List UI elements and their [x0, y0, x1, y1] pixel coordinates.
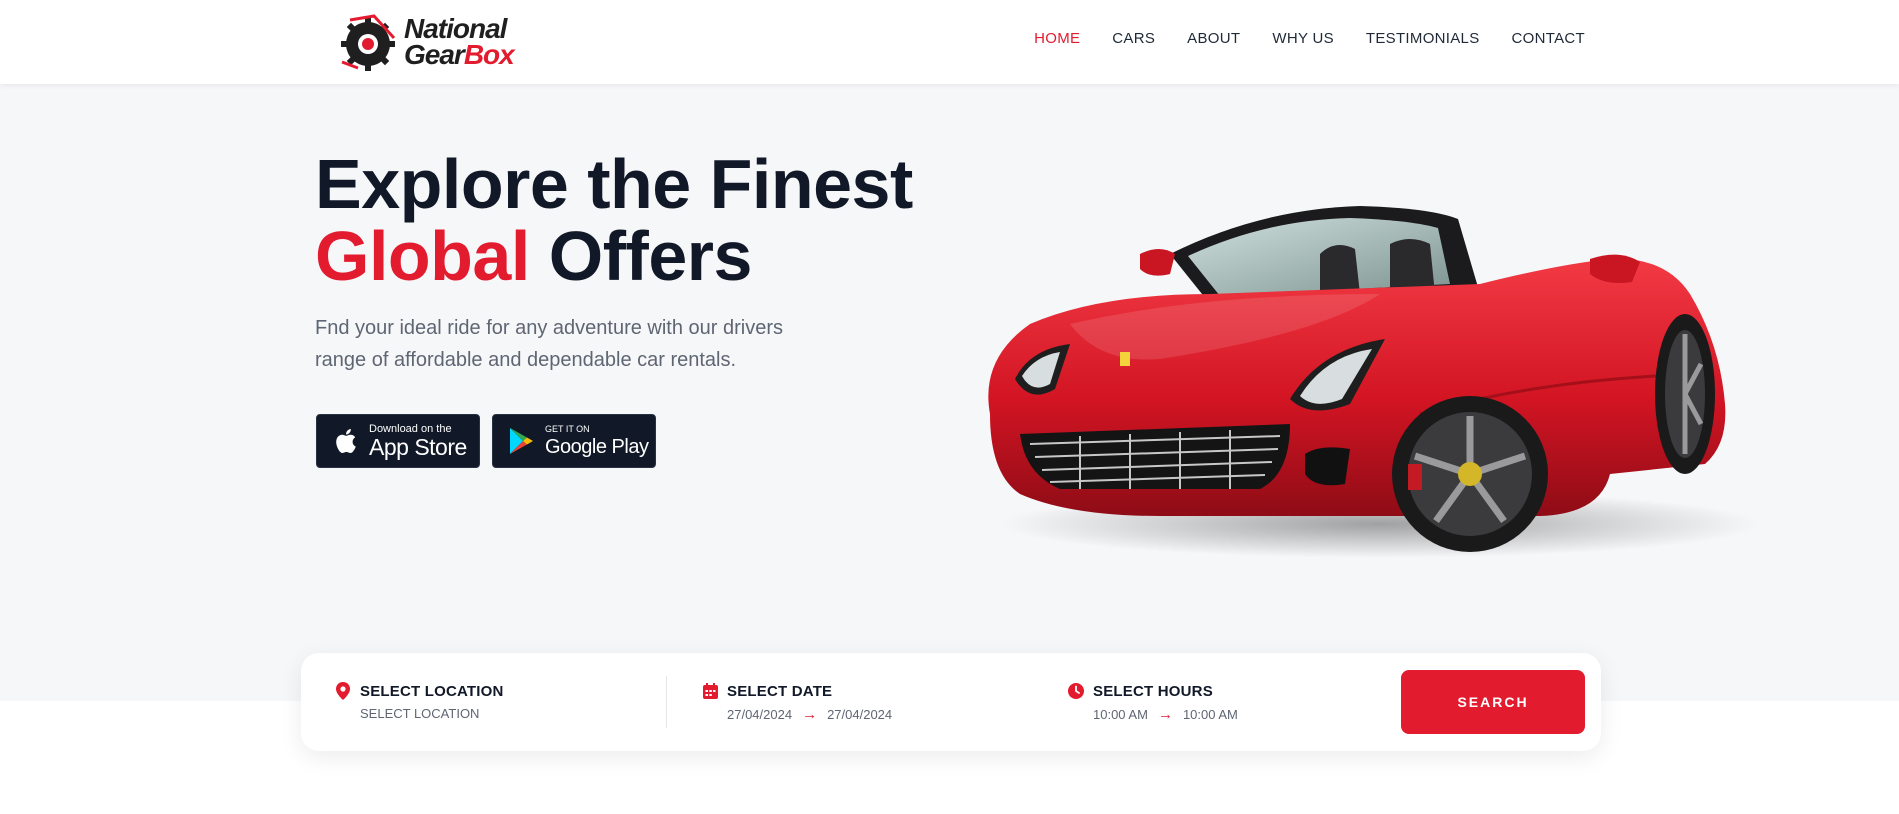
arrow-right-icon: → [1157, 706, 1173, 723]
nav-why-us[interactable]: WHY US [1272, 30, 1334, 47]
hours-title: SELECT HOURS [1093, 682, 1213, 700]
location-pin-icon [334, 682, 352, 700]
hero-subtext: Fnd your ideal ride for any adventure wi… [315, 317, 784, 371]
app-store-button[interactable]: Download on the App Store [316, 414, 480, 468]
google-play-icon [507, 426, 535, 456]
brand-wordmark: National GearBox [404, 15, 515, 70]
date-field[interactable]: SELECT DATE 27/04/2024 → 27/04/2024 [701, 682, 892, 723]
hours-from: 10:00 AM [1093, 707, 1148, 722]
brand-logo[interactable]: National GearBox [338, 10, 528, 74]
apple-icon [331, 426, 359, 456]
date-from: 27/04/2024 [727, 707, 793, 722]
main-nav: HOME CARS ABOUT WHY US TESTIMONIALS CONT… [1034, 30, 1585, 47]
nav-cars[interactable]: CARS [1112, 30, 1155, 47]
app-store-buttons: Download on the App Store GET IT ON Goog… [316, 414, 656, 468]
app-store-text: Download on the App Store [369, 423, 467, 459]
headline-rest: Offers [548, 217, 753, 295]
calendar-icon [701, 682, 719, 700]
headline-line1: Explore the Finest [315, 145, 913, 223]
clock-icon [1067, 682, 1085, 700]
hours-to: 10:00 AM [1182, 707, 1238, 722]
search-divider [666, 676, 667, 728]
headline-red-word: Global [315, 217, 530, 295]
google-play-button[interactable]: GET IT ON Google Play [492, 414, 656, 468]
hero-headline: Explore the Finest Global Offers [315, 148, 913, 292]
search-button[interactable]: SEARCH [1401, 670, 1585, 734]
red-sports-car-image [988, 206, 1760, 558]
arrow-right-icon: → [802, 706, 818, 723]
location-field[interactable]: SELECT LOCATION SELECT LOCATION [334, 682, 504, 721]
date-title: SELECT DATE [727, 682, 833, 700]
site-header: National GearBox HOME CARS ABOUT WHY US … [0, 0, 1899, 84]
hero-section: Explore the Finest Global Offers Fnd you… [0, 84, 1899, 701]
nav-testimonials[interactable]: TESTIMONIALS [1366, 30, 1480, 47]
nav-home[interactable]: HOME [1034, 30, 1080, 47]
app-store-big: App Store [369, 434, 467, 460]
google-play-text: GET IT ON Google Play [545, 423, 649, 459]
brand-line2-a: Gear [404, 39, 465, 70]
hours-field[interactable]: SELECT HOURS 10:00 AM → 10:00 AM [1067, 682, 1238, 723]
location-value: SELECT LOCATION [360, 706, 480, 721]
date-to: 27/04/2024 [827, 707, 893, 722]
google-play-big: Google Play [545, 436, 649, 458]
nav-about[interactable]: ABOUT [1187, 30, 1240, 47]
brand-line2: GearBox [404, 39, 515, 70]
gear-logo-icon [341, 14, 396, 71]
location-title: SELECT LOCATION [360, 682, 504, 700]
nav-contact[interactable]: CONTACT [1512, 30, 1585, 47]
brand-line2-b: Box [463, 39, 515, 70]
booking-search-bar: SELECT LOCATION SELECT LOCATION SELECT D… [301, 653, 1601, 751]
google-play-small: GET IT ON [545, 424, 590, 434]
